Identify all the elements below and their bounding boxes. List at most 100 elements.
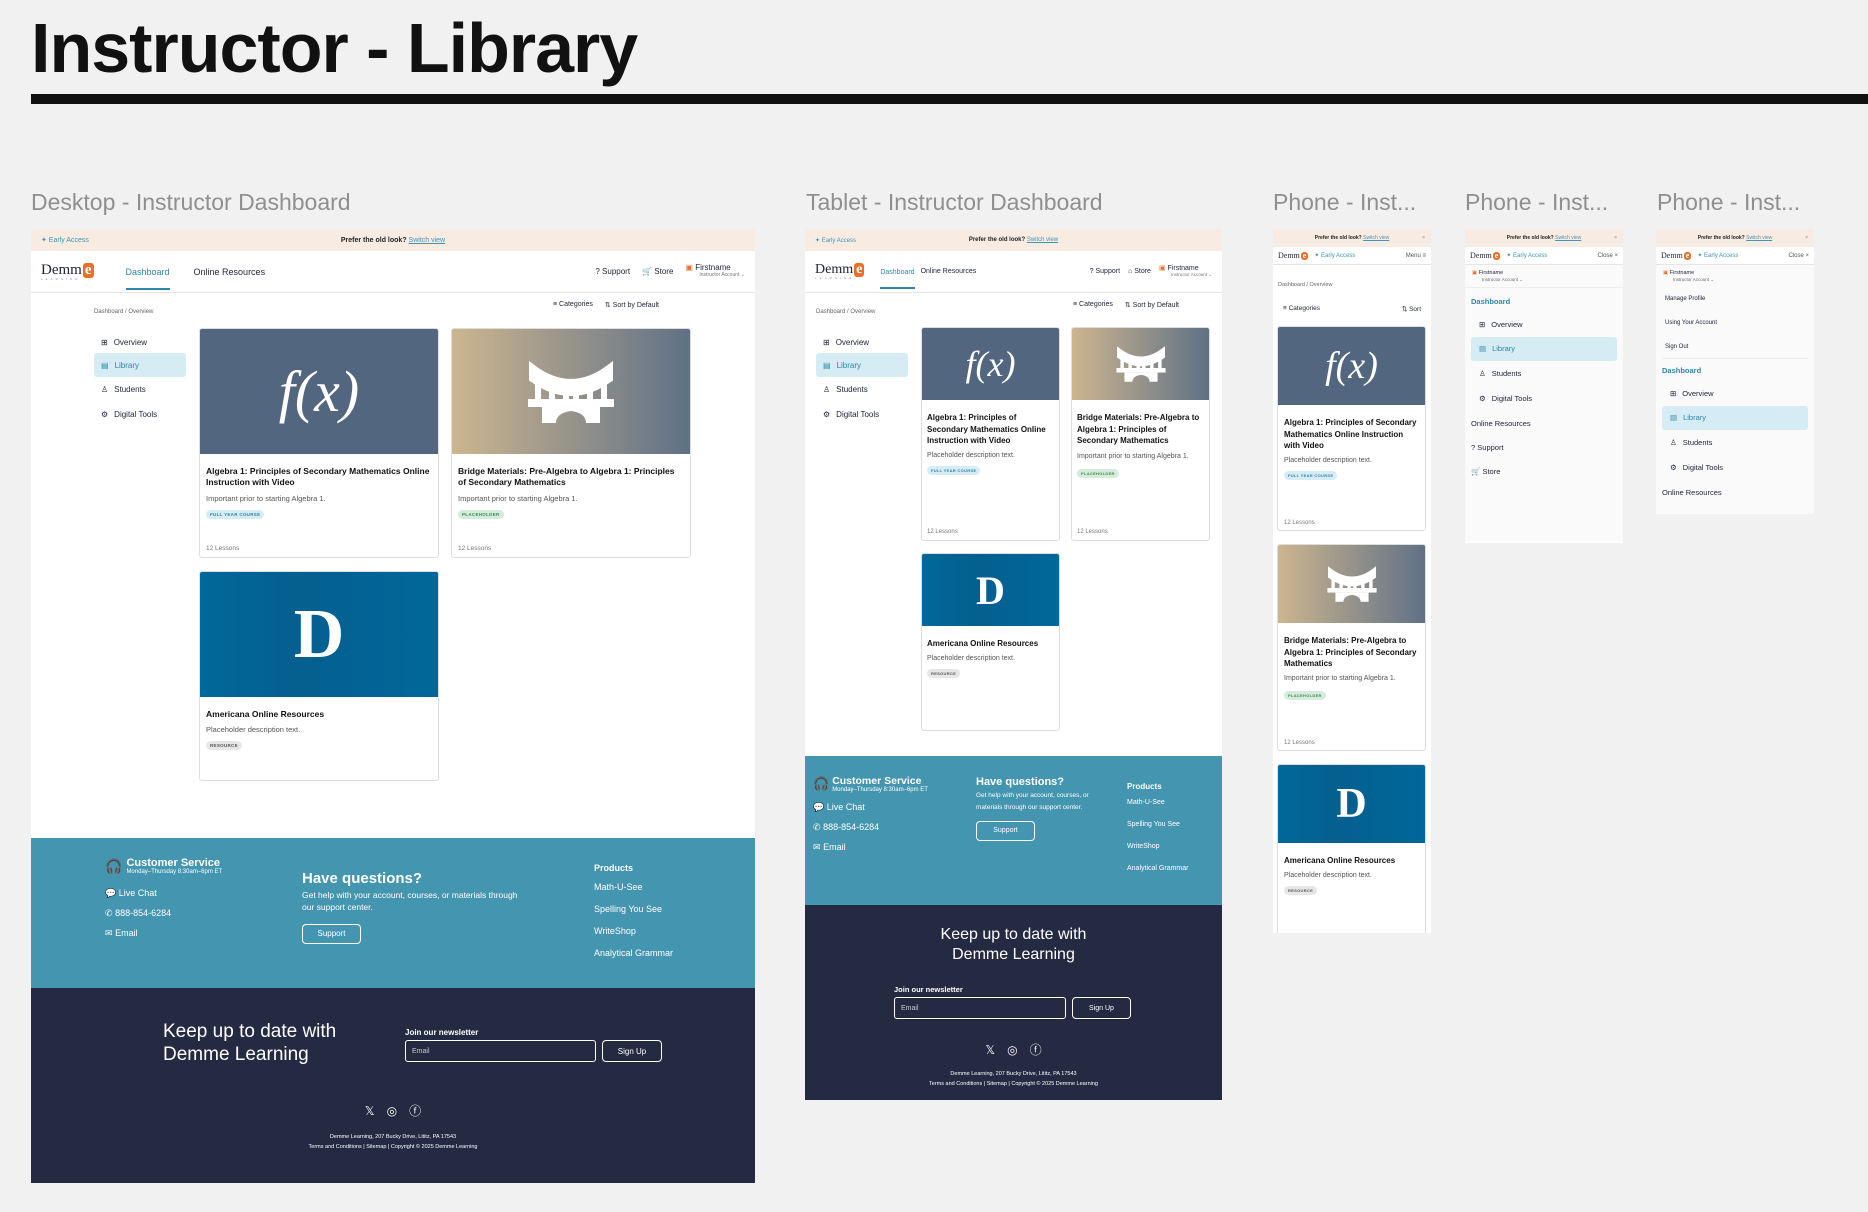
sidebar-item-overview[interactable]: ⊞ Overview bbox=[1662, 381, 1808, 406]
phone-link[interactable]: ✆ 888-854-6284 bbox=[105, 903, 222, 923]
menu-sign-out[interactable]: Sign Out bbox=[1662, 335, 1808, 359]
sidebar-item-library[interactable]: ▤ Library bbox=[1471, 336, 1617, 361]
phone-link[interactable]: ✆ 888-854-6284 bbox=[813, 817, 928, 837]
sidebar-item-library[interactable]: ▤ Library bbox=[816, 353, 908, 377]
course-card[interactable]: Bridge Materials: Pre-Algebra to Algebra… bbox=[1277, 544, 1426, 751]
logo[interactable]: Demm e bbox=[1661, 251, 1692, 260]
footer-legal[interactable]: Terms and Conditions | Sitemap | Copyrig… bbox=[805, 1079, 1222, 1089]
product-link[interactable]: Spelling You See bbox=[1127, 814, 1188, 836]
newsletter-email-input[interactable]: Email bbox=[405, 1040, 596, 1062]
sidebar-item-students[interactable]: ♙ Students bbox=[816, 377, 908, 402]
product-link[interactable]: Spelling You See bbox=[594, 898, 673, 920]
product-link[interactable]: Math-U-See bbox=[1127, 792, 1188, 814]
close-icon[interactable]: × bbox=[1422, 235, 1425, 241]
bridge-thumbnail bbox=[452, 329, 690, 454]
early-access-link[interactable]: ✦ Early Access bbox=[1506, 252, 1547, 259]
sidebar-item-digital-tools[interactable]: ⚙ Digital Tools bbox=[1662, 455, 1808, 480]
sidebar-item-students[interactable]: ♙ Students bbox=[1471, 361, 1617, 386]
categories-filter[interactable]: ≡ Categories bbox=[1073, 301, 1113, 309]
categories-filter[interactable]: ≡ Categories bbox=[553, 301, 593, 309]
sidebar-item-library[interactable]: ▤ Library bbox=[94, 353, 186, 377]
menu-dashboard[interactable]: Dashboard bbox=[1471, 292, 1617, 312]
menu-using-account[interactable]: Using Your Account bbox=[1662, 311, 1808, 335]
menu-support[interactable]: ? Support bbox=[1471, 436, 1617, 460]
close-menu-button[interactable]: Close × bbox=[1597, 253, 1618, 259]
sort-dropdown[interactable]: ⇅ Sort by Default bbox=[1125, 301, 1179, 309]
sidebar-item-overview[interactable]: ⊞ Overview bbox=[816, 331, 908, 353]
support-button[interactable]: Support bbox=[976, 820, 1035, 841]
course-card[interactable]: Bridge Materials: Pre-Algebra to Algebra… bbox=[1071, 327, 1210, 541]
x-icon[interactable]: 𝕏 bbox=[985, 1043, 995, 1057]
switch-view-link[interactable]: Switch view bbox=[409, 237, 446, 244]
facebook-icon[interactable]: ⓕ bbox=[409, 1102, 421, 1119]
email-link[interactable]: ✉ Email bbox=[813, 837, 928, 857]
sidebar-item-digital-tools[interactable]: ⚙ Digital Tools bbox=[1471, 386, 1617, 411]
switch-view-link[interactable]: Switch view bbox=[1746, 235, 1772, 241]
account-menu[interactable]: ▣ Firstname Instructor Account ⌄ bbox=[1465, 265, 1623, 288]
newsletter-email-input[interactable]: Email bbox=[894, 997, 1066, 1019]
logo[interactable]: Demm e LEARNING bbox=[41, 262, 94, 281]
sign-up-button[interactable]: Sign Up bbox=[602, 1040, 662, 1062]
menu-online-resources[interactable]: Online Resources bbox=[1471, 411, 1617, 436]
sidebar-item-students[interactable]: ♙ Students bbox=[94, 377, 186, 402]
sort-dropdown[interactable]: ⇅ Sort by Default bbox=[605, 301, 659, 309]
categories-filter[interactable]: ≡ Categories bbox=[1283, 305, 1320, 313]
tab-online-resources[interactable]: Online Resources bbox=[921, 268, 977, 275]
sort-dropdown[interactable]: ⇅ Sort bbox=[1402, 305, 1421, 313]
support-button[interactable]: Support bbox=[302, 923, 361, 944]
instagram-icon[interactable]: ◎ bbox=[387, 1104, 397, 1118]
account-menu[interactable]: ▣ Firstname Instructor Account ⌄ bbox=[1159, 265, 1212, 278]
support-link[interactable]: ? Support bbox=[595, 267, 630, 276]
x-icon[interactable]: 𝕏 bbox=[365, 1104, 375, 1118]
footer-legal[interactable]: Terms and Conditions | Sitemap | Copyrig… bbox=[31, 1142, 755, 1152]
account-menu[interactable]: ▣ Firstname Instructor Account ⌄ bbox=[1656, 265, 1814, 287]
tab-online-resources[interactable]: Online Resources bbox=[194, 267, 266, 277]
email-link[interactable]: ✉ Email bbox=[105, 923, 222, 943]
course-card[interactable]: D Americana Online Resources Placeholder… bbox=[1277, 764, 1426, 933]
live-chat-link[interactable]: 💬 Live Chat bbox=[813, 797, 928, 817]
menu-button[interactable]: Menu ≡ bbox=[1406, 253, 1426, 259]
sidebar-item-digital-tools[interactable]: ⚙ Digital Tools bbox=[816, 402, 908, 427]
course-card[interactable]: D Americana Online Resources Placeholder… bbox=[921, 553, 1060, 731]
course-card[interactable]: Bridge Materials: Pre-Algebra to Algebra… bbox=[451, 328, 691, 558]
product-link[interactable]: WriteShop bbox=[594, 920, 673, 942]
switch-view-link[interactable]: Switch view bbox=[1027, 237, 1058, 243]
sign-up-button[interactable]: Sign Up bbox=[1072, 997, 1131, 1019]
store-link[interactable]: 🛒 Store bbox=[642, 267, 673, 276]
switch-view-link[interactable]: Switch view bbox=[1363, 235, 1389, 241]
tab-dashboard[interactable]: Dashboard bbox=[880, 254, 915, 289]
sidebar-item-overview[interactable]: ⊞ Overview bbox=[1471, 312, 1617, 337]
course-card[interactable]: f(x) Algebra 1: Principles of Secondary … bbox=[199, 328, 439, 558]
product-link[interactable]: Analytical Grammar bbox=[1127, 858, 1188, 880]
course-card[interactable]: f(x) Algebra 1: Principles of Secondary … bbox=[1277, 326, 1426, 531]
support-link[interactable]: ? Support bbox=[1090, 268, 1120, 275]
early-access-link[interactable]: ✦ Early Access bbox=[1314, 252, 1355, 259]
switch-view-link[interactable]: Switch view bbox=[1555, 235, 1581, 241]
facebook-icon[interactable]: ⓕ bbox=[1030, 1041, 1042, 1058]
account-menu[interactable]: ▣ Firstname Instructor Account ⌄ bbox=[685, 263, 745, 278]
sidebar-item-digital-tools[interactable]: ⚙ Digital Tools bbox=[94, 402, 186, 427]
menu-manage-profile[interactable]: Manage Profile bbox=[1662, 287, 1808, 311]
menu-online-resources[interactable]: Online Resources bbox=[1662, 480, 1808, 505]
product-link[interactable]: Analytical Grammar bbox=[594, 942, 673, 964]
course-card[interactable]: D Americana Online Resources Placeholder… bbox=[199, 571, 439, 781]
logo[interactable]: Demm e bbox=[1278, 251, 1309, 260]
product-link[interactable]: Math-U-See bbox=[594, 876, 673, 898]
instagram-icon[interactable]: ◎ bbox=[1007, 1043, 1017, 1057]
sidebar-item-students[interactable]: ♙ Students bbox=[1662, 430, 1808, 455]
product-link[interactable]: WriteShop bbox=[1127, 836, 1188, 858]
live-chat-link[interactable]: 💬 Live Chat bbox=[105, 883, 222, 903]
menu-store[interactable]: 🛒 Store bbox=[1471, 460, 1617, 484]
menu-dashboard[interactable]: Dashboard bbox=[1662, 361, 1808, 381]
logo[interactable]: Demm e LEARNING bbox=[815, 263, 865, 280]
logo[interactable]: Demm e bbox=[1470, 251, 1501, 260]
sidebar-item-library[interactable]: ▤ Library bbox=[1662, 405, 1808, 430]
close-icon[interactable]: × bbox=[1614, 235, 1617, 241]
course-card[interactable]: f(x) Algebra 1: Principles of Secondary … bbox=[921, 327, 1060, 541]
tab-dashboard[interactable]: Dashboard bbox=[125, 253, 170, 290]
store-link[interactable]: ⌂ Store bbox=[1128, 268, 1151, 275]
early-access-link[interactable]: ✦ Early Access bbox=[1697, 252, 1738, 259]
close-menu-button[interactable]: Close × bbox=[1788, 253, 1809, 259]
sidebar-item-overview[interactable]: ⊞ Overview bbox=[94, 331, 186, 353]
close-icon[interactable]: × bbox=[1805, 235, 1808, 241]
